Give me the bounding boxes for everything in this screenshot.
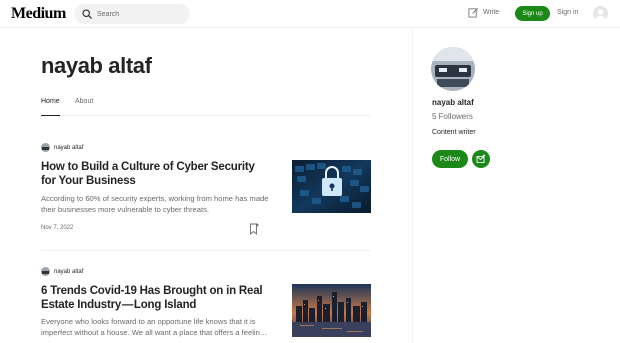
write-button[interactable]: Write	[468, 7, 499, 18]
author-name: nayab altaf	[54, 144, 84, 151]
signin-link[interactable]: Sign in	[557, 9, 578, 16]
followers-count[interactable]: 5 Followers	[432, 112, 473, 121]
search-icon	[82, 9, 92, 19]
signup-button[interactable]: Sign up	[515, 6, 550, 21]
author-avatar	[41, 267, 50, 276]
article-card[interactable]: nayab altaf How to Build a Culture of Cy…	[41, 143, 371, 251]
article-thumbnail[interactable]	[292, 284, 371, 337]
search-input[interactable]	[97, 4, 185, 24]
cyber-lock-image	[292, 160, 371, 213]
author-avatar	[41, 143, 50, 152]
article-title[interactable]: 6 Trends Covid-19 Has Brought on in Real…	[41, 284, 271, 312]
write-icon	[468, 8, 478, 18]
article-author[interactable]: nayab altaf	[41, 143, 83, 152]
profile-title: nayab altaf	[41, 53, 152, 78]
follow-button[interactable]: Follow	[432, 150, 468, 168]
article-thumbnail[interactable]	[292, 160, 371, 213]
sidebar-name[interactable]: nayab altaf	[432, 98, 474, 107]
article-subtitle[interactable]: Everyone who looks forward to an opportu…	[41, 317, 271, 338]
article-date: Nov 7, 2022	[41, 225, 74, 231]
article-card[interactable]: nayab altaf 6 Trends Covid-19 Has Brough…	[41, 267, 371, 343]
subscribe-button[interactable]	[472, 150, 490, 168]
top-navbar: Medium Write Sign up Sign in	[0, 0, 620, 28]
user-silhouette-icon	[595, 9, 606, 21]
city-skyline-image	[292, 284, 371, 337]
user-avatar-icon[interactable]	[593, 6, 608, 21]
profile-tabs: Home About	[41, 98, 371, 116]
subscribe-icon	[476, 154, 486, 163]
sidebar-bio: Content writer	[432, 129, 476, 136]
search-box[interactable]	[74, 4, 190, 24]
tab-home[interactable]: Home	[41, 98, 60, 116]
medium-logo[interactable]: Medium	[11, 5, 66, 23]
author-name: nayab altaf	[54, 268, 84, 275]
sidebar-divider	[412, 28, 413, 343]
bookmark-icon[interactable]	[249, 223, 259, 235]
article-title[interactable]: How to Build a Culture of Cyber Security…	[41, 160, 271, 188]
write-label: Write	[483, 9, 500, 16]
profile-avatar[interactable]	[431, 47, 475, 91]
article-author[interactable]: nayab altaf	[41, 267, 83, 276]
profile-photo	[431, 47, 475, 91]
article-subtitle[interactable]: According to 60% of security experts, wo…	[41, 194, 271, 215]
tab-about[interactable]: About	[75, 98, 93, 116]
